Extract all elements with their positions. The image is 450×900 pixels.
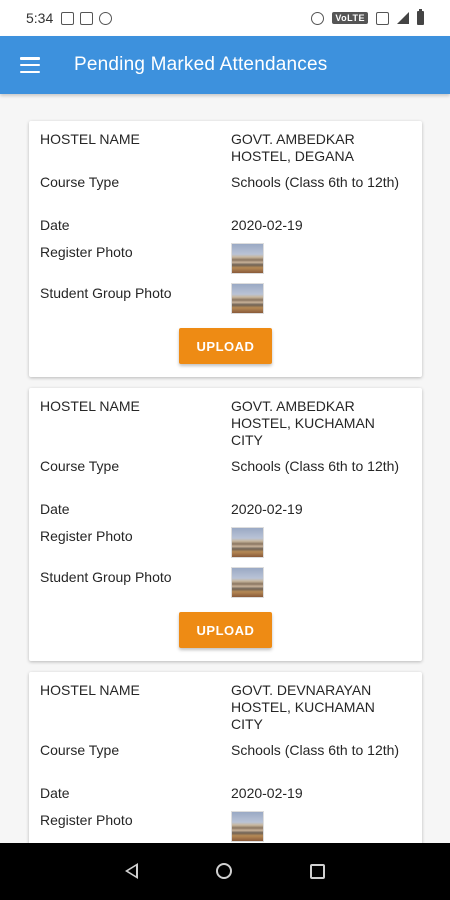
vibrate-icon <box>376 11 389 25</box>
app-bar: Pending Marked Attendances <box>0 36 450 94</box>
course-type-value: Schools (Class 6th to 12th) <box>231 742 400 758</box>
register-photo-thumbnail[interactable] <box>231 811 264 842</box>
register-photo-label: Register Photo <box>40 244 133 260</box>
system-icons: VoLTE <box>311 0 424 36</box>
sync-notification-icon <box>99 11 113 25</box>
back-icon[interactable] <box>125 863 138 879</box>
date-value: 2020-02-19 <box>231 501 303 517</box>
student-group-photo-label: Student Group Photo <box>40 569 172 585</box>
status-time: 5:34 <box>26 10 54 26</box>
date-label: Date <box>40 785 70 801</box>
register-photo-label: Register Photo <box>40 812 133 828</box>
volte-icon: VoLTE <box>332 12 368 24</box>
battery-icon <box>417 9 424 25</box>
recent-apps-icon[interactable] <box>310 864 325 879</box>
status-bar: 5:34 VoLTE <box>0 0 450 36</box>
attendance-card: HOSTEL NAME GOVT. DEVNARAYAN HOSTEL, KUC… <box>29 672 422 843</box>
course-type-label: Course Type <box>40 742 120 758</box>
course-type-label: Course Type <box>40 458 120 474</box>
hostel-name-label: HOSTEL NAME <box>40 131 140 147</box>
attendance-list[interactable]: HOSTEL NAME GOVT. AMBEDKAR HOSTEL, DEGAN… <box>0 94 450 843</box>
home-icon[interactable] <box>216 863 232 879</box>
hostel-name-value: GOVT. DEVNARAYAN HOSTEL, KUCHAMAN CITY <box>231 682 375 732</box>
date-value: 2020-02-19 <box>231 217 303 233</box>
alarm-icon <box>311 11 325 25</box>
date-value: 2020-02-19 <box>231 785 303 801</box>
student-group-photo-label: Student Group Photo <box>40 285 172 301</box>
date-label: Date <box>40 501 70 517</box>
date-label: Date <box>40 217 70 233</box>
course-type-value: Schools (Class 6th to 12th) <box>231 458 400 474</box>
signal-icon <box>397 12 409 24</box>
system-nav-bar <box>0 843 450 900</box>
register-photo-thumbnail[interactable] <box>231 243 264 274</box>
hostel-name-value: GOVT. AMBEDKAR HOSTEL, DEGANA <box>231 131 355 164</box>
attendance-card: HOSTEL NAME GOVT. AMBEDKAR HOSTEL, DEGAN… <box>29 121 422 377</box>
upload-button[interactable]: UPLOAD <box>179 328 272 364</box>
register-photo-thumbnail[interactable] <box>231 527 264 558</box>
hostel-name-label: HOSTEL NAME <box>40 682 140 698</box>
course-type-label: Course Type <box>40 174 120 190</box>
hostel-name-value: GOVT. AMBEDKAR HOSTEL, KUCHAMAN CITY <box>231 398 375 448</box>
hostel-name-label: HOSTEL NAME <box>40 398 140 414</box>
gallery-notification-icon <box>61 11 75 25</box>
register-photo-label: Register Photo <box>40 528 133 544</box>
page-title: Pending Marked Attendances <box>74 54 328 75</box>
notification-icons <box>61 11 113 25</box>
upload-button[interactable]: UPLOAD <box>179 612 272 648</box>
student-group-photo-thumbnail[interactable] <box>231 567 264 598</box>
app-notification-icon <box>80 11 94 25</box>
student-group-photo-thumbnail[interactable] <box>231 283 264 314</box>
course-type-value: Schools (Class 6th to 12th) <box>231 174 400 190</box>
menu-icon[interactable] <box>20 57 40 73</box>
attendance-card: HOSTEL NAME GOVT. AMBEDKAR HOSTEL, KUCHA… <box>29 388 422 661</box>
